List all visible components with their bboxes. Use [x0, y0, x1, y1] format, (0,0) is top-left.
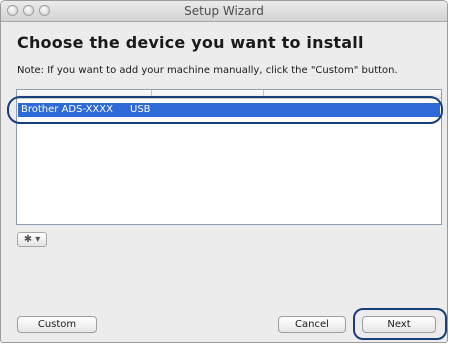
- setup-wizard-window: Setup Wizard Choose the device you want …: [0, 0, 448, 343]
- custom-button[interactable]: Custom: [17, 316, 97, 333]
- window-title: Setup Wizard: [184, 4, 264, 18]
- next-button-highlight: [353, 308, 447, 340]
- action-menu-button[interactable]: ✱ ▾: [17, 232, 47, 247]
- instruction-note: Note: If you want to add your machine ma…: [17, 65, 398, 76]
- cancel-button[interactable]: Cancel: [278, 316, 346, 333]
- page-title: Choose the device you want to install: [17, 33, 364, 52]
- title-bar: Setup Wizard: [1, 1, 447, 22]
- device-row-highlight: [7, 96, 443, 124]
